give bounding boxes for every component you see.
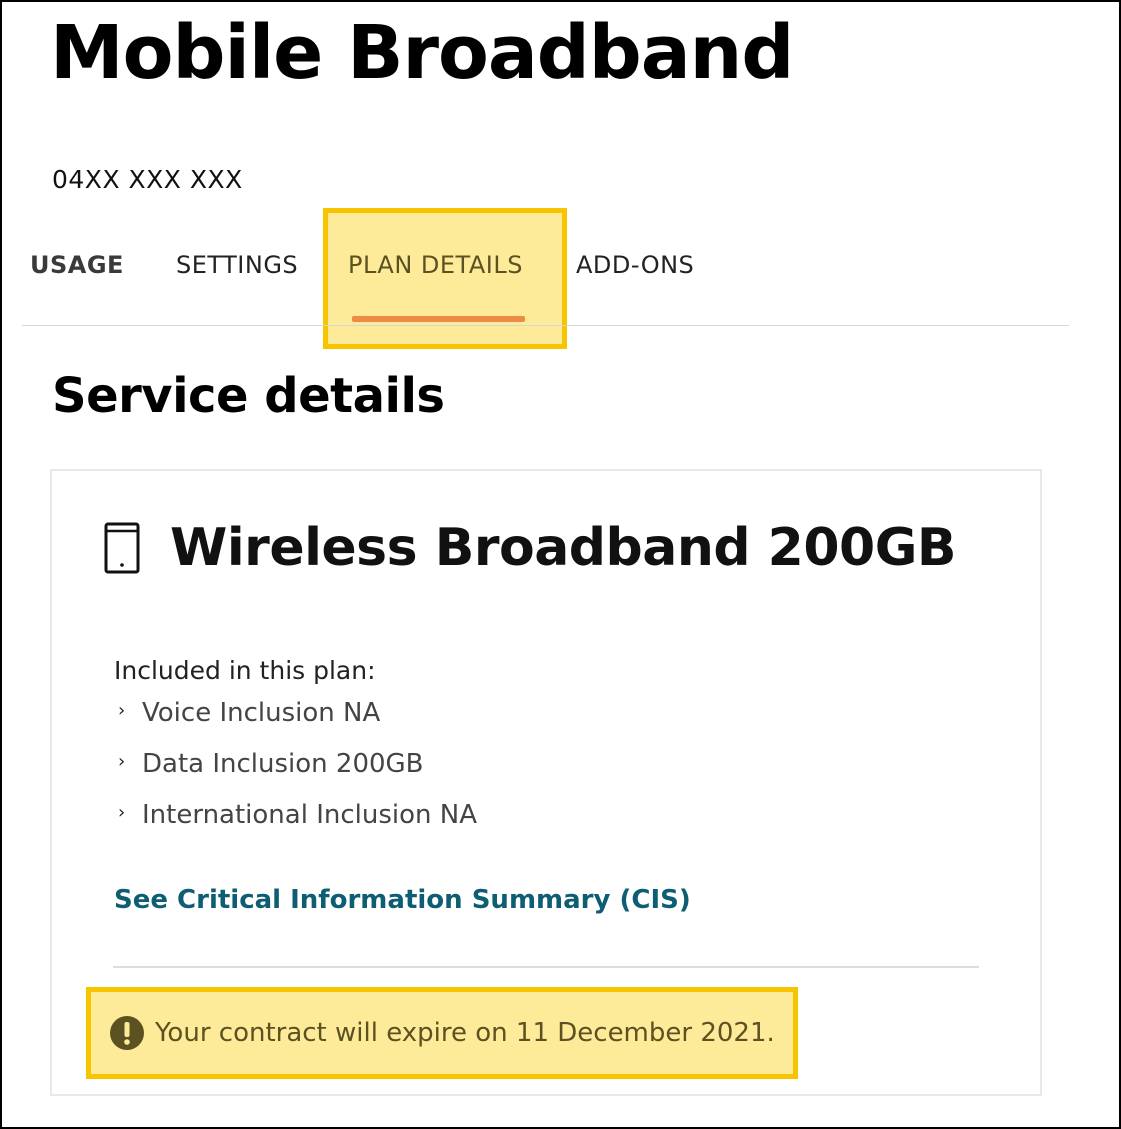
inclusion-voice: › Voice Inclusion NA xyxy=(118,698,477,749)
inclusion-label: Voice Inclusion NA xyxy=(142,698,381,728)
service-number: 04XX XXX XXX xyxy=(52,165,243,194)
tab-bar: USAGE SETTINGS PLAN DETAILS ADD-ONS xyxy=(0,245,1121,325)
alert-text: Your contract will expire on 11 December… xyxy=(155,1018,775,1048)
tab-add-ons[interactable]: ADD-ONS xyxy=(576,251,694,279)
mobile-device-icon xyxy=(104,522,140,574)
tab-settings[interactable]: SETTINGS xyxy=(176,251,298,279)
card-divider xyxy=(113,966,979,968)
inclusion-label: Data Inclusion 200GB xyxy=(142,749,424,779)
section-title: Service details xyxy=(52,368,445,424)
cis-link[interactable]: See Critical Information Summary (CIS) xyxy=(114,885,691,915)
inclusion-data: › Data Inclusion 200GB xyxy=(118,749,477,800)
inclusion-international: › International Inclusion NA xyxy=(118,800,477,851)
tab-plan-details[interactable]: PLAN DETAILS xyxy=(348,251,523,279)
chevron-right-icon: › xyxy=(118,751,126,772)
inclusion-label: International Inclusion NA xyxy=(142,800,478,830)
plan-name: Wireless Broadband 200GB xyxy=(170,518,957,578)
page-title: Mobile Broadband xyxy=(50,10,794,96)
contract-expiry-alert: Your contract will expire on 11 December… xyxy=(86,987,798,1079)
tab-usage[interactable]: USAGE xyxy=(30,251,124,279)
chevron-right-icon: › xyxy=(118,802,126,823)
chevron-right-icon: › xyxy=(118,700,126,721)
included-label: Included in this plan: xyxy=(114,656,376,685)
exclamation-icon xyxy=(110,1016,144,1050)
inclusion-list: › Voice Inclusion NA › Data Inclusion 20… xyxy=(118,698,477,851)
active-tab-indicator xyxy=(352,316,525,322)
tabs-divider xyxy=(22,325,1069,326)
